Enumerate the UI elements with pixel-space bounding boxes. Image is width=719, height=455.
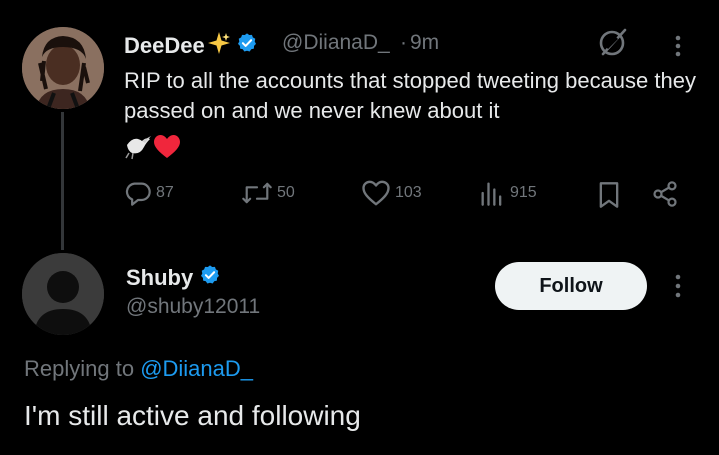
author-avatar[interactable]: [22, 27, 104, 109]
mention-link[interactable]: @DiianaD_: [140, 356, 253, 381]
reply-button[interactable]: 87: [124, 179, 174, 207]
reply-count: 87: [156, 184, 174, 201]
views-button[interactable]: 915: [478, 179, 537, 207]
retweet-button[interactable]: 50: [241, 179, 295, 207]
views-icon: [481, 182, 502, 206]
author-name[interactable]: DeeDee: [124, 30, 258, 62]
dove-icon: [125, 136, 151, 160]
verified-badge-icon: [236, 32, 258, 60]
heart-icon: [362, 180, 390, 206]
more-vertical-icon[interactable]: [668, 272, 688, 300]
follow-button[interactable]: Follow: [495, 262, 647, 310]
red-heart-icon: [154, 135, 180, 158]
more-vertical-icon[interactable]: [668, 34, 688, 58]
verified-badge-icon: [199, 264, 221, 292]
reply-icon: [125, 182, 151, 206]
retweet-count: 50: [277, 184, 295, 201]
thread-line: [61, 112, 64, 250]
tweet-text: RIP to all the accounts that stopped twe…: [124, 68, 696, 123]
reply-author-handle[interactable]: @shuby12011: [126, 295, 260, 319]
author-handle[interactable]: @DiianaD_: [282, 31, 390, 55]
tweet-emojis: [124, 131, 184, 161]
tweet-timestamp[interactable]: · 9m: [400, 31, 439, 55]
reply-text: I'm still active and following: [24, 400, 361, 431]
bookmark-button[interactable]: [597, 181, 621, 209]
like-count: 103: [395, 184, 422, 201]
reply-author-name[interactable]: Shuby: [126, 264, 221, 292]
share-button[interactable]: [651, 180, 679, 208]
share-icon: [653, 181, 677, 207]
retweet-icon: [242, 182, 272, 204]
grok-icon[interactable]: [597, 26, 629, 58]
star-sparkle-icon: [206, 30, 232, 62]
bookmark-icon: [599, 182, 619, 208]
like-button[interactable]: 103: [361, 179, 422, 207]
reply-author-avatar[interactable]: [22, 253, 104, 335]
replying-to-label: Replying to @DiianaD_: [24, 356, 254, 381]
views-count: 915: [510, 184, 537, 201]
